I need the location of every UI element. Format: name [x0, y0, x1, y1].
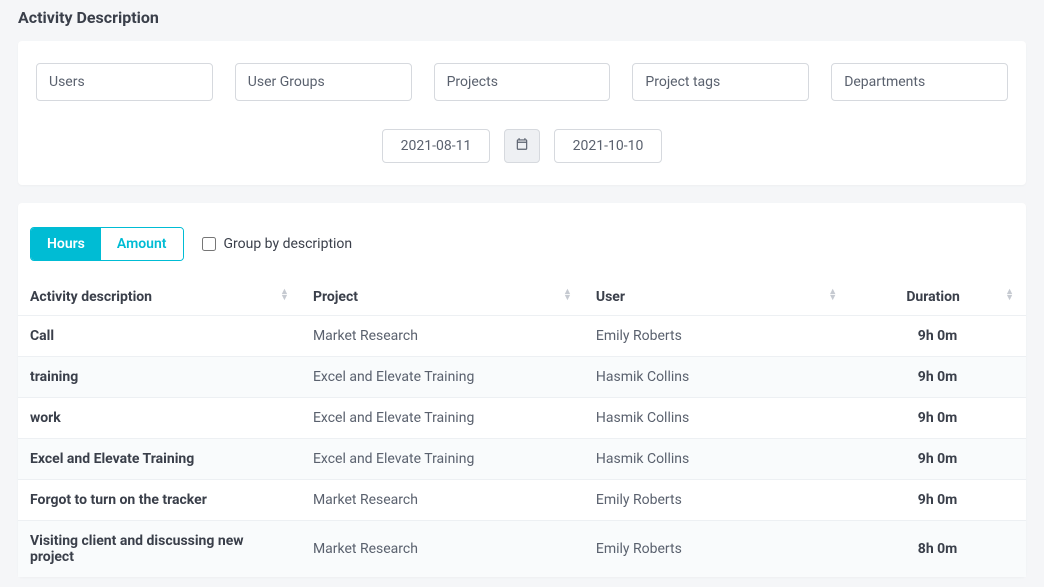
- cell-activity: Forgot to turn on the tracker: [18, 480, 301, 521]
- cell-duration: 9h 0m: [849, 316, 1026, 357]
- table-row: workExcel and Elevate TrainingHasmik Col…: [18, 398, 1026, 439]
- table-row: Visiting client and discussing new proje…: [18, 521, 1026, 578]
- calendar-icon: [515, 137, 529, 155]
- cell-activity: Visiting client and discussing new proje…: [18, 521, 301, 578]
- col-duration[interactable]: Duration ▲▼: [849, 279, 1026, 316]
- hours-amount-toggle: Hours Amount: [30, 227, 184, 261]
- cell-project: Market Research: [301, 521, 584, 578]
- col-user-label: User: [596, 289, 625, 305]
- table-row: trainingExcel and Elevate TrainingHasmik…: [18, 357, 1026, 398]
- table-row: Excel and Elevate TrainingExcel and Elev…: [18, 439, 1026, 480]
- filters-card: Users User Groups Projects Project tags …: [18, 41, 1026, 185]
- table-card: Hours Amount Group by description Activi…: [18, 203, 1026, 577]
- cell-project: Excel and Elevate Training: [301, 439, 584, 480]
- filter-user-groups[interactable]: User Groups: [235, 63, 412, 101]
- cell-duration: 9h 0m: [849, 439, 1026, 480]
- cell-project: Excel and Elevate Training: [301, 357, 584, 398]
- cell-duration: 9h 0m: [849, 398, 1026, 439]
- toggle-amount[interactable]: Amount: [101, 228, 183, 260]
- date-start-input[interactable]: [382, 129, 490, 163]
- col-duration-label: Duration: [906, 289, 960, 305]
- page-title: Activity Description: [0, 0, 1044, 41]
- group-by-label: Group by description: [224, 236, 353, 252]
- cell-project: Market Research: [301, 480, 584, 521]
- filter-users[interactable]: Users: [36, 63, 213, 101]
- cell-duration: 9h 0m: [849, 480, 1026, 521]
- col-project[interactable]: Project ▲▼: [301, 279, 584, 316]
- calendar-button[interactable]: [504, 129, 540, 163]
- cell-user: Hasmik Collins: [584, 439, 849, 480]
- cell-user: Emily Roberts: [584, 521, 849, 578]
- filter-projects[interactable]: Projects: [434, 63, 611, 101]
- filters-row: Users User Groups Projects Project tags …: [36, 63, 1008, 101]
- date-row: [36, 129, 1008, 163]
- cell-activity: Call: [18, 316, 301, 357]
- cell-activity: training: [18, 357, 301, 398]
- col-activity[interactable]: Activity description ▲▼: [18, 279, 301, 316]
- cell-user: Emily Roberts: [584, 316, 849, 357]
- col-user[interactable]: User ▲▼: [584, 279, 849, 316]
- cell-duration: 8h 0m: [849, 521, 1026, 578]
- cell-duration: 9h 0m: [849, 357, 1026, 398]
- cell-project: Market Research: [301, 316, 584, 357]
- cell-activity: work: [18, 398, 301, 439]
- cell-user: Hasmik Collins: [584, 398, 849, 439]
- table-row: Forgot to turn on the trackerMarket Rese…: [18, 480, 1026, 521]
- cell-project: Excel and Elevate Training: [301, 398, 584, 439]
- table-row: CallMarket ResearchEmily Roberts9h 0m: [18, 316, 1026, 357]
- cell-user: Emily Roberts: [584, 480, 849, 521]
- col-activity-label: Activity description: [30, 289, 152, 305]
- cell-user: Hasmik Collins: [584, 357, 849, 398]
- sort-icon: ▲▼: [828, 289, 837, 301]
- filter-departments[interactable]: Departments: [831, 63, 1008, 101]
- toggle-hours[interactable]: Hours: [31, 228, 101, 260]
- group-by-checkbox[interactable]: Group by description: [202, 236, 353, 252]
- group-by-checkbox-input[interactable]: [202, 237, 216, 251]
- cell-activity: Excel and Elevate Training: [18, 439, 301, 480]
- table-controls: Hours Amount Group by description: [18, 227, 1026, 279]
- col-project-label: Project: [313, 289, 358, 305]
- activity-table: Activity description ▲▼ Project ▲▼ User …: [18, 279, 1026, 577]
- sort-icon: ▲▼: [563, 289, 572, 301]
- sort-icon: ▲▼: [1005, 289, 1014, 301]
- date-end-input[interactable]: [554, 129, 662, 163]
- filter-project-tags[interactable]: Project tags: [632, 63, 809, 101]
- sort-icon: ▲▼: [280, 289, 289, 301]
